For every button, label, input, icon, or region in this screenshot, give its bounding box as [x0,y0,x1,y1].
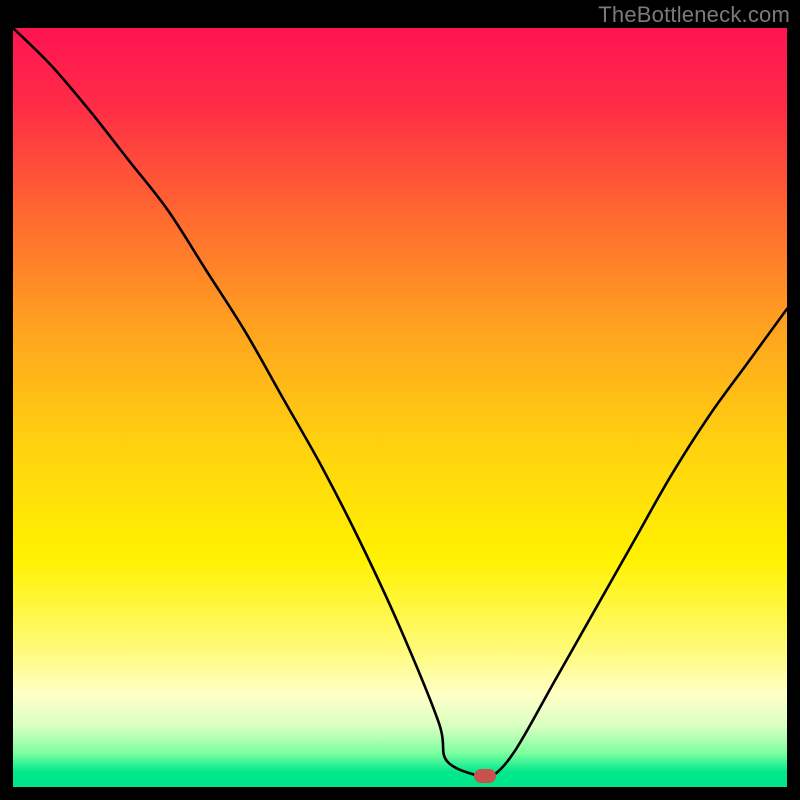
optimum-marker [474,769,496,783]
attribution-text: TheBottleneck.com [598,2,790,28]
chart-frame: TheBottleneck.com [0,0,800,800]
plot-background [13,28,787,787]
plot-area [13,28,787,787]
plot-svg [13,28,787,787]
